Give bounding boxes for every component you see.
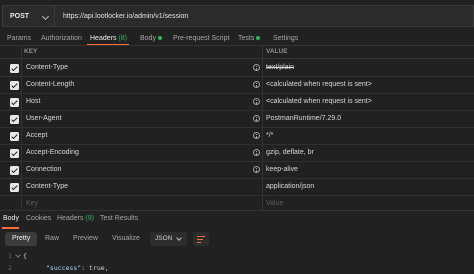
status-dot-icon <box>157 36 162 41</box>
request-tabs: Params Authorization Headers (8) Body Pr… <box>0 32 474 46</box>
column-value: VALUE <box>266 48 288 55</box>
url-text: https://api.lootlocker.io/admin/v1/sessi… <box>63 12 189 20</box>
tab-response-body[interactable]: Body <box>3 215 19 222</box>
new-value-input[interactable]: Value <box>266 200 283 207</box>
table-header: KEY VALUE <box>0 46 474 59</box>
table-row: Content-Length <calculated when request … <box>0 77 474 94</box>
format-label: JSON <box>155 235 173 242</box>
tab-tests-label: Tests <box>238 35 255 42</box>
wrap-lines-icon[interactable] <box>193 232 209 246</box>
tab-authorization[interactable]: Authorization <box>41 32 82 46</box>
fold-chevron-icon[interactable] <box>15 252 21 258</box>
tab-headers-label: Headers <box>90 35 117 42</box>
header-value: gzip, deflate, br <box>266 149 314 156</box>
header-value: <calculated when request is sent> <box>266 81 372 88</box>
info-icon[interactable] <box>253 149 260 156</box>
chevron-down-icon <box>41 12 50 21</box>
tab-settings[interactable]: Settings <box>273 32 298 46</box>
header-key: Connection <box>26 166 62 173</box>
info-icon[interactable] <box>253 98 260 105</box>
tab-response-headers-count: (9) <box>85 215 94 222</box>
tab-pre-request-script[interactable]: Pre-request Script <box>173 32 229 46</box>
code-line: "success": true, <box>46 264 109 272</box>
view-preview-button[interactable]: Preview <box>66 232 105 246</box>
table-row: User-Agent PostmanRuntime/7.29.0 <box>0 111 474 128</box>
header-value[interactable]: application/json <box>266 183 314 190</box>
row-checkbox[interactable] <box>10 166 19 175</box>
tab-tests[interactable]: Tests <box>238 32 261 46</box>
response-body-editor[interactable]: 1 { 2 "success": true, <box>0 250 474 274</box>
row-checkbox[interactable] <box>10 115 19 124</box>
json-key: "success" <box>46 264 82 272</box>
tab-body-label: Body <box>140 35 156 42</box>
code-line: { <box>23 252 27 260</box>
table-row: Content-Type text/plain <box>0 60 474 77</box>
row-checkbox[interactable] <box>10 183 19 192</box>
table-row: Accept-Encoding gzip, deflate, br <box>0 145 474 162</box>
line-number: 2 <box>8 264 12 272</box>
header-key: Accept-Encoding <box>26 149 79 156</box>
chevron-down-icon <box>176 235 182 241</box>
row-checkbox[interactable] <box>10 98 19 107</box>
info-icon[interactable] <box>253 166 260 173</box>
tab-test-results[interactable]: Test Results <box>100 215 138 222</box>
tab-response-cookies[interactable]: Cookies <box>26 215 51 222</box>
row-checkbox[interactable] <box>10 81 19 90</box>
tab-params[interactable]: Params <box>7 32 31 46</box>
info-icon[interactable] <box>253 132 260 139</box>
format-select[interactable]: JSON <box>150 232 187 246</box>
header-key: Accept <box>26 132 48 139</box>
tab-response-headers-label: Headers <box>57 215 84 222</box>
header-key: Host <box>26 98 41 105</box>
header-key[interactable]: Content-Type <box>26 183 68 190</box>
method-select[interactable]: POST <box>2 5 54 27</box>
header-value: keep-alive <box>266 166 298 173</box>
view-pretty-button[interactable]: Pretty <box>5 232 38 246</box>
header-value: */* <box>266 132 274 139</box>
column-key: KEY <box>24 48 38 55</box>
response-tabs: Body Cookies Headers (9) Test Results <box>0 210 474 229</box>
table-row: Host <calculated when request is sent> <box>0 94 474 111</box>
header-key: User-Agent <box>26 115 62 122</box>
url-input[interactable]: https://api.lootlocker.io/admin/v1/sessi… <box>54 5 474 27</box>
method-label: POST <box>10 12 30 20</box>
row-checkbox[interactable] <box>10 64 19 73</box>
tab-response-headers[interactable]: Headers (9) <box>57 215 94 222</box>
table-row: Connection keep-alive <box>0 162 474 179</box>
info-icon[interactable] <box>253 115 260 122</box>
body-toolbar: Pretty Raw Preview Visualize JSON <box>0 229 474 249</box>
table-row: Content-Type application/json <box>0 179 474 196</box>
info-icon[interactable] <box>253 64 260 71</box>
tab-headers-count: (8) <box>118 35 127 42</box>
row-checkbox[interactable] <box>10 149 19 158</box>
tab-body[interactable]: Body <box>140 32 162 46</box>
header-value: PostmanRuntime/7.29.0 <box>266 115 342 122</box>
view-raw-button[interactable]: Raw <box>38 232 66 246</box>
line-number: 1 <box>8 252 12 260</box>
row-checkbox[interactable] <box>10 132 19 141</box>
json-value: : true, <box>81 264 109 272</box>
headers-table: KEY VALUE Content-Type text/plain Conten… <box>0 45 474 211</box>
status-dot-icon <box>256 36 261 41</box>
header-value: <calculated when request is sent> <box>266 98 372 105</box>
new-key-input[interactable]: Key <box>26 200 38 207</box>
info-icon[interactable] <box>253 81 260 88</box>
view-visualize-button[interactable]: Visualize <box>105 232 147 246</box>
table-row: Accept */* <box>0 128 474 145</box>
header-key: Content-Length <box>26 81 75 88</box>
url-bar: POST https://api.lootlocker.io/admin/v1/… <box>0 0 474 32</box>
header-key: Content-Type <box>26 64 69 71</box>
header-value: text/plain <box>266 64 295 71</box>
